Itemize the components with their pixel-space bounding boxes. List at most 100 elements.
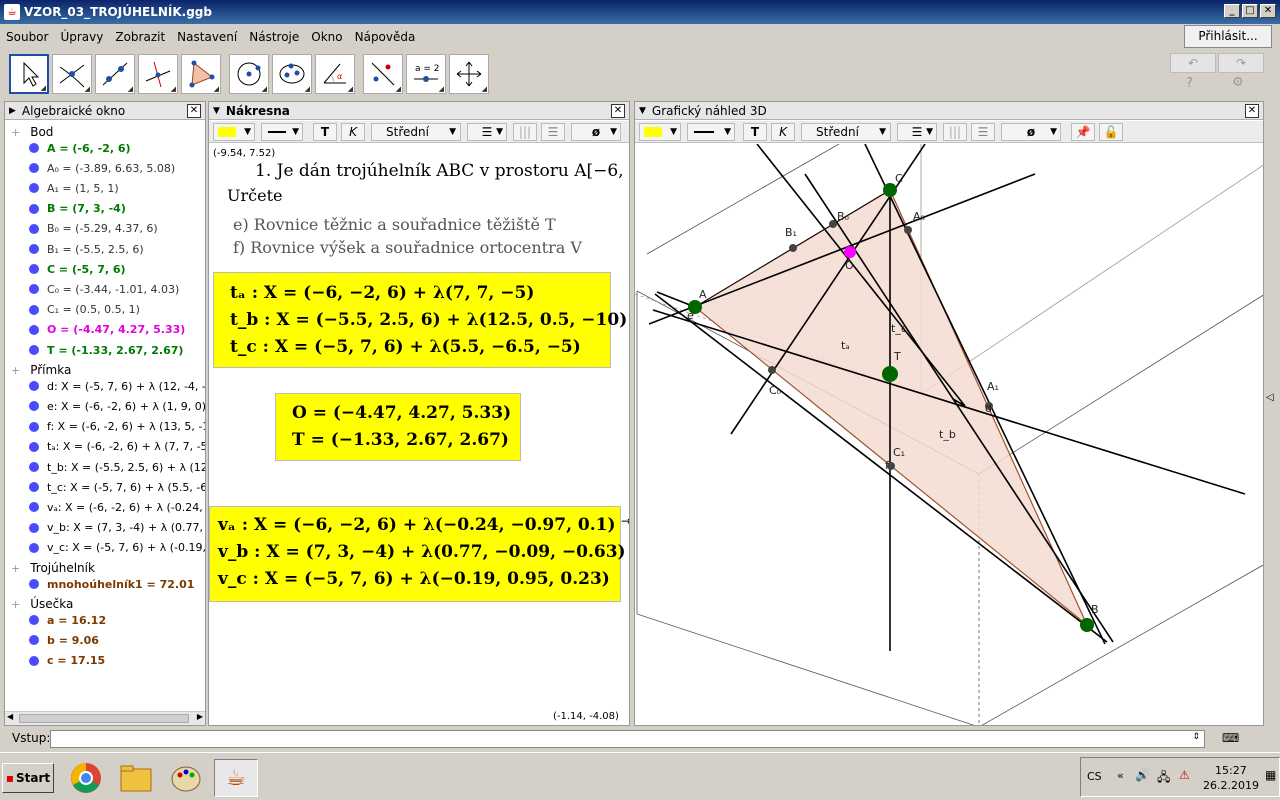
keyboard-icon[interactable]: ⌨: [1222, 731, 1239, 745]
tool-circle[interactable]: ◢: [229, 54, 269, 94]
expand-icon[interactable]: +: [11, 126, 20, 139]
scroll-right-icon[interactable]: ▶: [197, 712, 203, 721]
algebra-item[interactable]: t_c: X = (-5, 7, 6) + λ (5.5, -6.5, -5): [29, 479, 205, 495]
menu-file[interactable]: Soubor: [6, 30, 48, 44]
algebra-item[interactable]: f: X = (-6, -2, 6) + λ (13, 5, -10): [29, 419, 205, 435]
algebra-item[interactable]: O = (-4.47, 4.27, 5.33): [29, 322, 185, 338]
point-B[interactable]: [1080, 618, 1094, 632]
algebra-item[interactable]: T = (-1.33, 2.67, 2.67): [29, 342, 183, 358]
tool-angle[interactable]: α ◢: [315, 54, 355, 94]
algebra-group-header[interactable]: + Úsečka: [11, 596, 73, 612]
algebra-item[interactable]: A₁ = (1, 5, 1): [29, 180, 119, 196]
volume-icon[interactable]: 🔊: [1135, 768, 1150, 782]
gear-icon[interactable]: ⚙: [1232, 75, 1244, 90]
expand-icon[interactable]: +: [11, 562, 20, 575]
algebra-item[interactable]: B₁ = (-5.5, 2.5, 6): [29, 241, 144, 257]
point-B1[interactable]: [789, 244, 797, 252]
tool-polygon[interactable]: ◢: [181, 54, 221, 94]
algebra-close-button[interactable]: ✕: [187, 104, 201, 118]
maximize-button[interactable]: □: [1242, 4, 1258, 18]
pin-button[interactable]: 📌: [1071, 123, 1095, 141]
visibility-toggle-icon[interactable]: [29, 381, 39, 392]
visibility-toggle-icon[interactable]: [29, 324, 39, 335]
algebra-item[interactable]: C = (-5, 7, 6): [29, 261, 126, 277]
rows-toggle-3d[interactable]: ☰: [971, 123, 995, 141]
algebra-item[interactable]: B₀ = (-5.29, 4.37, 6): [29, 221, 158, 237]
minimize-button[interactable]: _: [1224, 4, 1240, 18]
algebra-item[interactable]: B = (7, 3, -4): [29, 201, 126, 217]
visibility-toggle-icon[interactable]: [29, 441, 39, 452]
algebra-item[interactable]: C₁ = (0.5, 0.5, 1): [29, 302, 140, 318]
login-button[interactable]: Přihlásit...: [1184, 25, 1272, 48]
rows-toggle[interactable]: ☰: [541, 123, 565, 141]
alert-icon[interactable]: ⚠: [1179, 768, 1190, 782]
drawing-close-button[interactable]: ✕: [611, 104, 625, 118]
point-C0[interactable]: [768, 366, 776, 374]
point-A0[interactable]: [904, 226, 912, 234]
visibility-toggle-icon[interactable]: [29, 304, 39, 315]
algebra-item[interactable]: A₀ = (-3.89, 6.63, 5.08): [29, 160, 175, 176]
tool-slider[interactable]: a = 2 ◢: [406, 54, 446, 94]
visibility-toggle-icon[interactable]: [29, 223, 39, 234]
visibility-toggle-icon[interactable]: [29, 615, 39, 626]
taskbar-explorer[interactable]: [114, 759, 158, 797]
columns-toggle[interactable]: |||: [513, 123, 537, 141]
line-style-picker[interactable]: ▼: [261, 123, 303, 141]
tool-line[interactable]: ◢: [95, 54, 135, 94]
lang-indicator[interactable]: CS: [1087, 770, 1102, 783]
algebra-item[interactable]: mnohoúhelník1 = 72.01: [29, 576, 194, 592]
point-B0[interactable]: [829, 220, 837, 228]
collapse-icon[interactable]: ▼: [213, 106, 220, 116]
menu-tools[interactable]: Nástroje: [249, 30, 299, 44]
network-icon[interactable]: 🖧: [1157, 768, 1170, 789]
visibility-toggle-icon[interactable]: [29, 421, 39, 432]
algebra-item[interactable]: b = 9.06: [29, 632, 99, 648]
tool-point[interactable]: ◢: [52, 54, 92, 94]
visibility-toggle-icon[interactable]: [29, 482, 39, 493]
visibility-toggle-icon[interactable]: [29, 244, 39, 254]
visibility-toggle-icon[interactable]: [29, 522, 39, 533]
input-spinner-icon[interactable]: ⇕: [1192, 732, 1200, 742]
show-desktop-icon[interactable]: ▦: [1265, 768, 1276, 782]
algebra-item[interactable]: v_c: X = (-5, 7, 6) + λ (-0.19, 0.95, 0.…: [29, 540, 205, 556]
tray-expand-icon[interactable]: «: [1117, 769, 1124, 782]
italic-toggle-3d[interactable]: K: [771, 123, 795, 141]
algebra-item[interactable]: e: X = (-6, -2, 6) + λ (1, 9, 0): [29, 398, 205, 414]
clock-date[interactable]: 26.2.2019: [1203, 779, 1259, 792]
tool-move[interactable]: ◢: [9, 54, 49, 94]
color-picker[interactable]: ▼: [213, 123, 255, 141]
visibility-toggle-icon[interactable]: [29, 635, 39, 646]
italic-toggle[interactable]: K: [341, 123, 365, 141]
visibility-toggle-icon[interactable]: [29, 579, 39, 589]
visibility-toggle-icon[interactable]: [29, 203, 39, 214]
graphics-3d-close-button[interactable]: ✕: [1245, 104, 1259, 118]
altitudes-box[interactable]: vₐ : X = (−6, −2, 6) + λ(−0.24, −0.97, 0…: [209, 506, 626, 602]
visibility-toggle-icon[interactable]: [29, 183, 39, 194]
tool-move-view[interactable]: ◢: [449, 54, 489, 94]
close-button[interactable]: ✕: [1260, 4, 1276, 18]
text-align-select-3d[interactable]: ☰ ▼: [897, 123, 937, 141]
visibility-toggle-icon[interactable]: [29, 284, 39, 295]
menu-edit[interactable]: Úpravy: [60, 30, 103, 44]
tool-perpendicular[interactable]: ◢: [138, 54, 178, 94]
triangle-ABC[interactable]: [693, 189, 1088, 626]
collapse-icon[interactable]: ▶: [9, 106, 16, 116]
lock-button[interactable]: 🔓: [1099, 123, 1123, 141]
algebra-item[interactable]: vₐ: X = (-6, -2, 6) + λ (-0.24, -0.97, 0…: [29, 499, 205, 515]
scroll-left-icon[interactable]: ◀: [7, 712, 13, 721]
point-T[interactable]: [882, 366, 898, 382]
menu-help[interactable]: Nápověda: [355, 30, 416, 44]
taskbar-chrome[interactable]: [64, 759, 108, 797]
visibility-toggle-icon[interactable]: [29, 163, 39, 174]
expand-icon[interactable]: +: [11, 364, 20, 377]
menu-settings[interactable]: Nastavení: [177, 30, 237, 44]
font-size-select-3d[interactable]: Střední ▼: [801, 123, 891, 141]
algebra-item[interactable]: c = 17.15: [29, 653, 105, 669]
taskbar-paint[interactable]: [164, 759, 208, 797]
scroll-thumb[interactable]: [19, 714, 189, 723]
visibility-toggle-icon[interactable]: [29, 264, 39, 275]
algebra-item[interactable]: tₐ: X = (-6, -2, 6) + λ (7, 7, -5): [29, 439, 205, 455]
algebra-group-header[interactable]: + Přímka: [11, 362, 71, 378]
clock-time[interactable]: 15:27: [1215, 764, 1247, 777]
algebra-item[interactable]: a = 16.12: [29, 612, 106, 628]
